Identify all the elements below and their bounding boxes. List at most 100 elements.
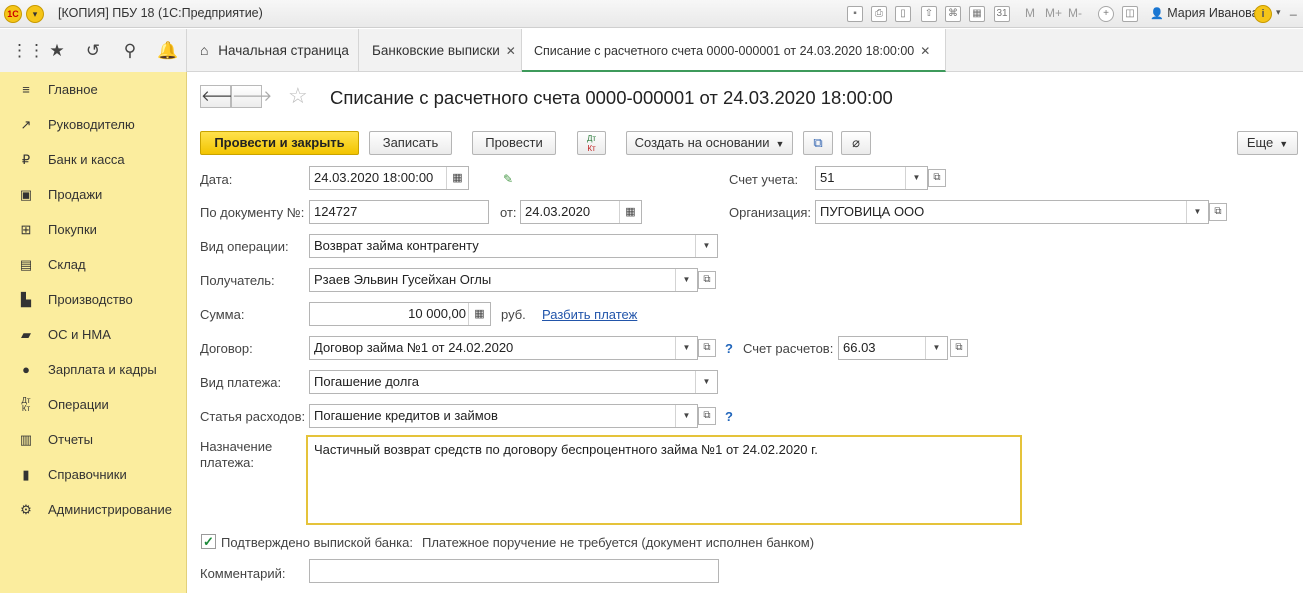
calendar-picker-icon[interactable]: ▦: [619, 201, 641, 223]
split-payment-link[interactable]: Разбить платеж: [542, 307, 637, 322]
close-icon[interactable]: ✕: [920, 44, 930, 58]
save-icon[interactable]: ▪: [847, 6, 863, 22]
calendar-icon[interactable]: 31: [994, 6, 1010, 22]
forward-button[interactable]: 🡒: [231, 85, 272, 108]
sidebar-item-purchases[interactable]: ⊞ Покупки: [0, 215, 187, 245]
sidebar-item-fixed-assets[interactable]: ▰ ОС и НМА: [0, 320, 187, 350]
chevron-down-icon[interactable]: ▼: [1186, 201, 1208, 223]
chevron-down-icon[interactable]: ▼: [675, 405, 697, 427]
memory-plus-button[interactable]: M+: [1045, 6, 1062, 20]
recipient-field[interactable]: Рзаев Эльвин Гусейхан Оглы ▼: [309, 268, 698, 292]
organization-field[interactable]: ПУГОВИЦА ООО ▼: [815, 200, 1209, 224]
date-field[interactable]: 24.03.2020 18:00:00 ▦: [309, 166, 469, 190]
close-icon[interactable]: ✕: [506, 44, 516, 58]
operation-type-select[interactable]: Возврат займа контрагенту ▼: [309, 234, 718, 258]
expense-item-field[interactable]: Погашение кредитов и займов ▼: [309, 404, 698, 428]
upload-icon[interactable]: ⇧: [921, 6, 937, 22]
page-title: Списание с расчетного счета 0000-000001 …: [330, 87, 893, 108]
help-question-icon[interactable]: ?: [725, 341, 733, 356]
chevron-down-icon: ▼: [775, 139, 785, 149]
memory-m-button[interactable]: M: [1025, 6, 1035, 20]
link-icon[interactable]: ⌘: [945, 6, 961, 22]
recipient-value: Рзаев Эльвин Гусейхан Оглы: [314, 272, 492, 287]
sidebar-item-warehouse[interactable]: ▤ Склад: [0, 250, 187, 280]
sidebar-item-manager[interactable]: ↗ Руководителю: [0, 110, 187, 140]
preview-icon[interactable]: ▯: [895, 6, 911, 22]
chevron-down-icon[interactable]: ▼: [905, 167, 927, 189]
favorites-star-icon[interactable]: ★: [47, 41, 67, 61]
back-button[interactable]: 🡐: [200, 85, 241, 108]
trend-icon: ↗: [20, 117, 32, 132]
history-icon[interactable]: ↺: [83, 41, 103, 61]
purpose-textarea[interactable]: Частичный возврат средств по договору бе…: [306, 435, 1022, 525]
more-button[interactable]: Еще ▼: [1237, 131, 1298, 155]
open-settlement-account-icon[interactable]: ⧉: [950, 339, 968, 357]
dt-kt-button[interactable]: Дт Кт: [577, 131, 606, 155]
post-and-close-button[interactable]: Провести и закрыть: [200, 131, 359, 155]
chevron-down-icon[interactable]: ▼: [675, 337, 697, 359]
chevron-down-icon[interactable]: ▼: [695, 371, 717, 393]
memory-minus-button[interactable]: M-: [1068, 6, 1082, 20]
main-menu-button[interactable]: ▾: [26, 5, 44, 23]
open-recipient-icon[interactable]: ⧉: [698, 271, 716, 289]
apps-grid-icon[interactable]: ⋮⋮: [11, 41, 45, 61]
chevron-down-icon[interactable]: ▼: [695, 235, 717, 257]
contract-field[interactable]: Договор займа №1 от 24.02.2020 ▼: [309, 336, 698, 360]
calculator-icon[interactable]: ▦: [468, 303, 490, 325]
cart-icon: ⊞: [20, 222, 32, 237]
sidebar-item-sales[interactable]: ▣ Продажи: [0, 180, 187, 210]
calendar-picker-icon[interactable]: ▦: [446, 167, 468, 189]
tab-bank-statements[interactable]: Банковские выписки ✕: [360, 29, 522, 72]
open-contract-icon[interactable]: ⧉: [698, 339, 716, 357]
open-organization-icon[interactable]: ⧉: [1209, 203, 1227, 221]
sections-sidebar: ≡ Главное ↗ Руководителю ₽ Банк и касса ▣ Пр…: [0, 72, 187, 593]
favorite-star-icon[interactable]: ☆: [288, 83, 308, 109]
more-label: Еще: [1246, 135, 1274, 150]
sum-label: Сумма:: [200, 307, 245, 322]
chevron-down-icon[interactable]: ▼: [925, 337, 947, 359]
post-button[interactable]: Провести: [472, 131, 556, 155]
panels-icon[interactable]: ◫: [1122, 6, 1138, 22]
expense-item-value: Погашение кредитов и займов: [314, 408, 498, 423]
account-label: Счет учета:: [729, 172, 799, 187]
organization-value: ПУГОВИЦА ООО: [820, 204, 925, 219]
tab-home[interactable]: ⌂ Начальная страница: [188, 29, 359, 72]
help-question-icon[interactable]: ?: [725, 409, 733, 424]
payment-type-select[interactable]: Погашение долга ▼: [309, 370, 718, 394]
doc-number-field[interactable]: 124727: [309, 200, 489, 224]
sidebar-item-reports[interactable]: ▥ Отчеты: [0, 425, 187, 455]
save-button[interactable]: Записать: [369, 131, 452, 155]
truck-icon: ▰: [21, 327, 31, 342]
attachment-button[interactable]: ⌀: [841, 131, 871, 155]
print-icon[interactable]: ⎙: [871, 6, 887, 22]
account-field[interactable]: 51 ▼: [815, 166, 928, 190]
open-account-icon[interactable]: ⧉: [928, 169, 946, 187]
sum-field[interactable]: 10 000,00 ▦: [309, 302, 491, 326]
chevron-down-icon[interactable]: ▼: [675, 269, 697, 291]
info-icon[interactable]: i: [1254, 5, 1272, 23]
settlement-account-field[interactable]: 66.03 ▼: [838, 336, 948, 360]
notifications-bell-icon[interactable]: 🔔: [157, 41, 178, 61]
search-icon[interactable]: ⚲: [120, 41, 140, 61]
edit-number-icon[interactable]: ✎: [503, 172, 513, 186]
sidebar-item-production[interactable]: ▙ Производство: [0, 285, 187, 315]
comment-field[interactable]: [309, 559, 719, 583]
sidebar-item-label: Отчеты: [48, 432, 93, 447]
confirmed-checkbox[interactable]: ✓: [201, 534, 216, 549]
zoom-icon[interactable]: +: [1098, 6, 1114, 22]
create-based-on-button[interactable]: Создать на основании ▼: [626, 131, 793, 155]
user-name[interactable]: 👤 Мария Иванова: [1150, 6, 1259, 20]
calculator-icon[interactable]: ▦: [969, 6, 985, 22]
sidebar-item-salary[interactable]: ● Зарплата и кадры: [0, 355, 187, 385]
sidebar-item-admin[interactable]: ⚙ Администрирование: [0, 495, 187, 525]
open-expense-item-icon[interactable]: ⧉: [698, 407, 716, 425]
sidebar-item-references[interactable]: ▮ Справочники: [0, 460, 187, 490]
info-menu-chevron-icon[interactable]: ▾: [1276, 7, 1281, 18]
tab-document[interactable]: Списание с расчетного счета 0000-000001 …: [522, 29, 946, 72]
structure-button[interactable]: ⧉: [803, 131, 833, 155]
minimize-icon[interactable]: _: [1290, 2, 1297, 16]
sidebar-item-main[interactable]: ≡ Главное: [0, 75, 187, 105]
sidebar-item-operations[interactable]: Дт Кт Операции: [0, 390, 187, 420]
sidebar-item-bank[interactable]: ₽ Банк и касса: [0, 145, 187, 175]
from-date-field[interactable]: 24.03.2020 ▦: [520, 200, 642, 224]
